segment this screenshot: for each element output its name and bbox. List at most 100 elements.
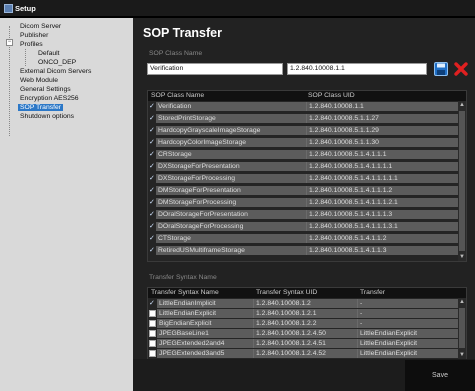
tree-item-dicom-server[interactable]: Dicom Server <box>0 22 133 31</box>
scroll-down-icon[interactable]: ▼ <box>458 253 466 261</box>
floppy-disk-icon[interactable] <box>434 62 448 76</box>
sop-class-name-cell: DOralStorageForProcessing <box>156 222 306 231</box>
transfer-syntax-name-label: Transfer Syntax Name <box>149 274 217 281</box>
sop-class-name-field[interactable]: Verification <box>147 63 283 75</box>
tree-item-label: Shutdown options <box>20 113 75 120</box>
scroll-down-icon[interactable]: ▼ <box>458 351 466 359</box>
checkbox[interactable] <box>149 330 156 337</box>
column-header-transfer-syntax-uid[interactable]: Transfer Syntax UID <box>256 289 317 296</box>
main-panel: SOP Transfer SOP Class Name Verification… <box>133 18 475 391</box>
table-row[interactable]: JPEGExtended3and5 1.2.840.10008.1.2.4.52 L… <box>148 349 466 358</box>
column-header-sop-class-uid[interactable]: SOP Class UID <box>308 92 355 99</box>
scroll-up-icon[interactable]: ▲ <box>458 298 466 306</box>
sop-class-uid-field[interactable]: 1.2.840.10008.1.1 <box>287 63 427 75</box>
tree-item-onco-dep[interactable]: ONCO_DEP <box>0 58 133 67</box>
table-row[interactable]: JPEGBaseLine1 1.2.840.10008.1.2.4.50 Littl… <box>148 329 466 338</box>
tree-item-web-module[interactable]: Web Module <box>0 76 133 85</box>
checkbox[interactable] <box>149 320 156 327</box>
tree-item-label: SOP Transfer <box>18 104 64 111</box>
checkmark-icon[interactable]: ✓ <box>149 151 156 158</box>
tree-item-label: Default <box>38 50 60 57</box>
checkmark-icon[interactable]: ✓ <box>149 211 156 218</box>
scroll-thumb[interactable] <box>459 111 465 251</box>
checkmark-icon[interactable]: ✓ <box>149 175 156 182</box>
checkmark-icon[interactable]: ✓ <box>149 103 156 110</box>
sop-class-name-cell: DMStorageForPresentation <box>156 186 306 195</box>
window-titlebar: Setup <box>0 0 475 16</box>
checkmark-icon[interactable]: ✓ <box>149 187 156 194</box>
column-header-transfer-syntax-name[interactable]: Transfer Syntax Name <box>151 289 219 296</box>
table-row[interactable]: BigEndianExplicit 1.2.840.10008.1.2.2- <box>148 319 466 328</box>
sop-class-uid-cell: 1.2.840.10008.5.1.4.1.1.1.1 <box>306 162 459 171</box>
column-header-transfer[interactable]: Transfer <box>360 289 385 296</box>
tree-item-shutdown-options[interactable]: Shutdown options <box>0 112 133 121</box>
sop-grid-scrollbar[interactable]: ▲ ▼ <box>458 101 466 261</box>
transfer-syntax-name-cell: JPEGBaseLine1 <box>157 329 253 338</box>
sop-class-uid-cell: 1.2.840.10008.5.1.1.27 <box>306 114 459 123</box>
sop-class-name-cell: RetiredUSMultiframeStorage <box>156 246 306 255</box>
table-row[interactable]: ✓ HardcopyGrayscaleImageStorage 1.2.840.10… <box>148 126 466 135</box>
sop-class-uid-cell: 1.2.840.10008.1.1 <box>306 102 459 111</box>
table-row[interactable]: JPEGExtended2and4 1.2.840.10008.1.2.4.51 L… <box>148 339 466 348</box>
transfer-syntax-name-cell: JPEGExtended2and4 <box>157 339 253 348</box>
table-row[interactable]: ✓ DOralStorageForProcessing 1.2.840.10008.… <box>148 222 466 231</box>
tree-item-general-settings[interactable]: General Settings <box>0 85 133 94</box>
table-row[interactable]: ✓ RetiredUSMultiframeStorage 1.2.840.10008… <box>148 246 466 255</box>
sop-class-uid-cell: 1.2.840.10008.5.1.4.1.1.1.3.1 <box>306 222 459 231</box>
transfer-syntax-uid-cell: 1.2.840.10008.1.2.4.51 <box>253 339 357 348</box>
tree-item-label: Web Module <box>20 77 59 84</box>
checkmark-icon[interactable]: ✓ <box>149 235 156 242</box>
tree-item-sop-transfer[interactable]: SOP Transfer <box>0 103 133 112</box>
sop-class-uid-cell: 1.2.840.10008.5.1.1.29 <box>306 126 459 135</box>
tree-item-publisher[interactable]: Publisher <box>0 31 133 40</box>
table-row[interactable]: ✓ DOralStorageForPresentation 1.2.840.1000… <box>148 210 466 219</box>
transfer-syntax-uid-cell: 1.2.840.10008.1.2 <box>253 299 357 308</box>
red-x-icon[interactable] <box>454 62 468 76</box>
tree-item-label: External Dicom Servers <box>20 68 92 75</box>
transfer-syntax-uid-cell: 1.2.840.10008.1.2.1 <box>253 309 357 318</box>
checkbox[interactable] <box>149 340 156 347</box>
checkbox[interactable] <box>149 310 156 317</box>
column-header-sop-class-name[interactable]: SOP Class Name <box>151 92 204 99</box>
page-title: SOP Transfer <box>143 26 222 40</box>
checkmark-icon[interactable]: ✓ <box>149 199 156 206</box>
tree-item-encryption[interactable]: Encryption AES256 <box>0 94 133 103</box>
transfer-syntax-uid-cell: 1.2.840.10008.1.2.4.52 <box>253 349 357 358</box>
table-row[interactable]: ✓ StoredPrintStorage 1.2.840.10008.5.1.1.2… <box>148 114 466 123</box>
checkmark-icon[interactable]: ✓ <box>149 223 156 230</box>
sop-class-uid-cell: 1.2.840.10008.5.1.4.1.1.2 <box>306 234 459 243</box>
table-row[interactable]: ✓ DXStorageForPresentation 1.2.840.10008.5… <box>148 162 466 171</box>
tree-item-profiles[interactable]: Profiles <box>0 40 133 49</box>
table-row[interactable]: ✓ LittleEndianImplicit 1.2.840.10008.1.2- <box>148 299 466 308</box>
checkmark-icon[interactable]: ✓ <box>149 115 156 122</box>
tree-item-default[interactable]: Default <box>0 49 133 58</box>
save-button[interactable]: Save <box>405 360 475 391</box>
sop-class-uid-cell: 1.2.840.10008.5.1.1.30 <box>306 138 459 147</box>
scroll-thumb[interactable] <box>459 308 465 348</box>
tree-item-external-dicom-servers[interactable]: External Dicom Servers <box>0 67 133 76</box>
table-row[interactable]: ✓ DXStorageForProcessing 1.2.840.10008.5.1… <box>148 174 466 183</box>
sop-class-name-cell: HardcopyColorImageStorage <box>156 138 306 147</box>
table-row[interactable]: LittleEndianExplicit 1.2.840.10008.1.2.1- <box>148 309 466 318</box>
table-row[interactable]: ✓ DMStorageForProcessing 1.2.840.10008.5.1… <box>148 198 466 207</box>
checkmark-icon[interactable]: ✓ <box>149 163 156 170</box>
transfer-syntax-uid-cell: 1.2.840.10008.1.2.2 <box>253 319 357 328</box>
table-row[interactable]: ✓ CTStorage 1.2.840.10008.5.1.4.1.1.2 <box>148 234 466 243</box>
checkmark-icon[interactable]: ✓ <box>149 247 156 254</box>
table-row[interactable]: ✓ CRStorage 1.2.840.10008.5.1.4.1.1.1 <box>148 150 466 159</box>
checkmark-icon[interactable]: ✓ <box>149 127 156 134</box>
table-row[interactable]: ✓ Verification 1.2.840.10008.1.1 <box>148 102 466 111</box>
sop-class-name-cell: DXStorageForPresentation <box>156 162 306 171</box>
scroll-up-icon[interactable]: ▲ <box>458 101 466 109</box>
transfer-syntax-name-cell: JPEGExtended3and5 <box>157 349 253 358</box>
transfer-syntax-uid-cell: 1.2.840.10008.1.2.4.50 <box>253 329 357 338</box>
table-row[interactable]: ✓ DMStorageForPresentation 1.2.840.10008.5… <box>148 186 466 195</box>
table-row[interactable]: ✓ HardcopyColorImageStorage 1.2.840.10008.… <box>148 138 466 147</box>
transfer-syntax-name-cell: LittleEndianExplicit <box>157 309 253 318</box>
checkbox[interactable] <box>149 350 156 357</box>
tree-item-label: General Settings <box>20 86 71 93</box>
checkmark-icon[interactable]: ✓ <box>149 139 156 146</box>
checkmark-icon[interactable]: ✓ <box>149 300 156 307</box>
sop-grid-header: SOP Class Name SOP Class UID <box>148 91 466 101</box>
ts-grid-scrollbar[interactable]: ▲ ▼ <box>458 298 466 359</box>
